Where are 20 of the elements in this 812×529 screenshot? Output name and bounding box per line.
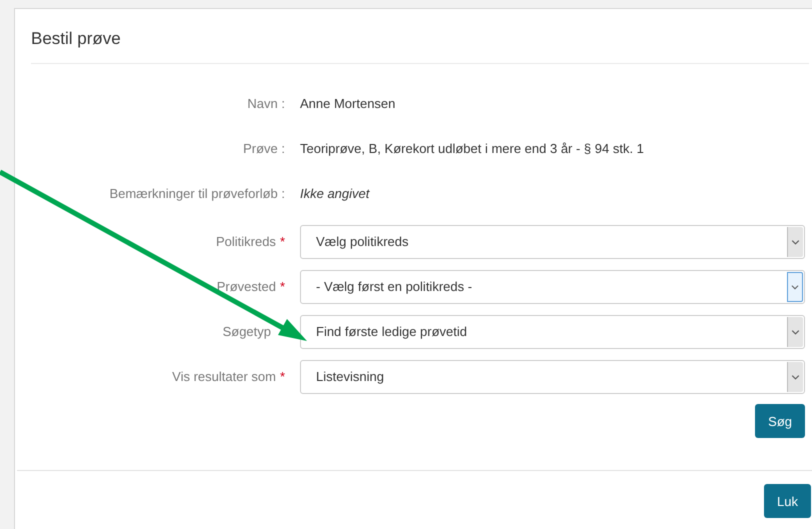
field-label: Prøvested: [216, 280, 276, 294]
dropdown-select[interactable]: Listevisning: [300, 360, 805, 394]
required-mark: *: [280, 370, 285, 384]
field-label: Vis resultater som: [172, 370, 276, 384]
dropdown-select[interactable]: - Vælg først en politikreds -: [300, 270, 805, 304]
field-label: Prøve :: [243, 141, 285, 156]
close-button[interactable]: Luk: [764, 484, 811, 518]
dropdown-select[interactable]: Vælg politikreds: [300, 224, 805, 258]
field-label: Søgetyp: [222, 324, 271, 338]
dialog-title: Bestil prøve: [31, 29, 122, 49]
field-value: Ikke angivet: [300, 186, 370, 201]
field-label: Bemærkninger til prøveforløb :: [109, 186, 285, 201]
search-button[interactable]: Søg: [755, 404, 805, 438]
dropdown-select[interactable]: Find første ledige prøvetid: [300, 314, 805, 348]
field-label: Navn :: [247, 96, 285, 111]
required-mark: *: [280, 234, 285, 248]
field-value: Anne Mortensen: [300, 96, 396, 111]
field-label: Politikreds: [216, 234, 276, 248]
field-value: Teoriprøve, B, Kørekort udløbet i mere end 3 år - § 94 stk. 1: [300, 141, 644, 156]
required-mark: *: [280, 280, 285, 294]
